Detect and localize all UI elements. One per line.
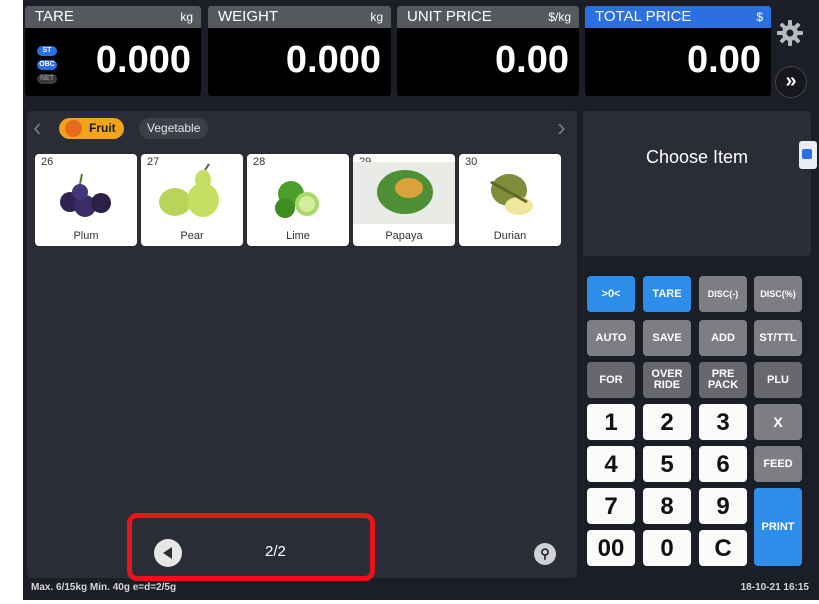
- feed-button[interactable]: FEED: [754, 446, 802, 482]
- tare-value: 0.000: [95, 39, 191, 81]
- auto-button[interactable]: AUTO: [587, 320, 635, 356]
- weight-display: WEIGHT kg 0.000: [208, 6, 391, 96]
- tare-label: TARE: [35, 8, 74, 25]
- obc-indicator: OBC: [37, 60, 57, 70]
- item-area: ‹ Fruit Vegetable › 26 Plum 27 Pear 28 L…: [27, 111, 577, 581]
- disc-percent-button[interactable]: DISC(%): [754, 276, 802, 312]
- add-button[interactable]: ADD: [699, 320, 747, 356]
- pear-image: [159, 163, 219, 217]
- durian-image: [490, 174, 533, 215]
- net-indicator: NET: [37, 74, 57, 84]
- tare-button[interactable]: TARE: [643, 276, 691, 312]
- weight-value: 0.000: [285, 39, 381, 81]
- total-price-display: TOTAL PRICE $ 0.00: [585, 6, 771, 96]
- scale-capacity-info: Max. 6/15kg Min. 40g e=d=2/5g: [31, 582, 177, 593]
- prepack-button[interactable]: PRE PACK: [699, 362, 747, 398]
- clear-button[interactable]: C: [699, 530, 747, 566]
- category-tab-fruit[interactable]: Fruit: [59, 118, 124, 139]
- key-3[interactable]: 3: [699, 404, 747, 440]
- weight-label: WEIGHT: [218, 8, 278, 25]
- gear-icon[interactable]: [775, 18, 805, 48]
- fruit-icon: [65, 120, 82, 137]
- key-6[interactable]: 6: [699, 446, 747, 482]
- unit-price-label: UNIT PRICE: [407, 8, 492, 25]
- key-2[interactable]: 2: [643, 404, 691, 440]
- total-price-value: 0.00: [687, 39, 761, 81]
- side-tab-icon[interactable]: [799, 141, 817, 169]
- key-8[interactable]: 8: [643, 488, 691, 524]
- st-ttl-button[interactable]: ST/TTL: [754, 320, 802, 356]
- choose-item-text: Choose Item: [645, 147, 749, 167]
- date-time: 18-10-21 16:15: [740, 582, 809, 593]
- key-1[interactable]: 1: [587, 404, 635, 440]
- category-bar: ‹ Fruit Vegetable ›: [27, 111, 577, 145]
- for-button[interactable]: FOR: [587, 362, 635, 398]
- unit-price-unit: $/kg: [548, 10, 571, 24]
- highlight-box: [127, 513, 375, 581]
- unit-price-value: 0.00: [495, 39, 569, 81]
- lime-image: [275, 181, 319, 218]
- item-tile-lime[interactable]: 28 Lime: [247, 154, 349, 246]
- key-4[interactable]: 4: [587, 446, 635, 482]
- key-5[interactable]: 5: [643, 446, 691, 482]
- item-info-panel: Choose Item: [583, 111, 817, 256]
- category-prev-arrow-icon[interactable]: ‹: [33, 114, 42, 140]
- total-price-label: TOTAL PRICE: [595, 8, 692, 25]
- item-tile-plum[interactable]: 26 Plum: [35, 154, 137, 246]
- key-9[interactable]: 9: [699, 488, 747, 524]
- item-tile-papaya[interactable]: 29 Papaya: [353, 154, 455, 246]
- search-icon[interactable]: ⚲: [534, 543, 556, 565]
- total-price-unit: $: [756, 10, 763, 24]
- papaya-image: [353, 162, 455, 224]
- st-indicator: ST: [37, 46, 57, 56]
- override-button[interactable]: OVER RIDE: [643, 362, 691, 398]
- category-tab-vegetable[interactable]: Vegetable: [139, 118, 209, 139]
- item-tile-durian[interactable]: 30 Durian: [459, 154, 561, 246]
- plu-button[interactable]: PLU: [754, 362, 802, 398]
- zero-button[interactable]: >0<: [587, 276, 635, 312]
- plum-image: [60, 173, 111, 217]
- unit-price-display: UNIT PRICE $/kg 0.00: [397, 6, 579, 96]
- weight-unit: kg: [370, 10, 383, 24]
- print-button[interactable]: PRINT: [754, 488, 802, 566]
- disc-minus-button[interactable]: DISC(-): [699, 276, 747, 312]
- save-button[interactable]: SAVE: [643, 320, 691, 356]
- scale-screen: TARE kg ST OBC NET 0.000 WEIGHT kg 0.000 U…: [23, 0, 819, 600]
- key-7[interactable]: 7: [587, 488, 635, 524]
- category-next-arrow-icon[interactable]: ›: [557, 114, 566, 140]
- key-00[interactable]: 00: [587, 530, 635, 566]
- tare-display: TARE kg ST OBC NET 0.000: [25, 6, 201, 96]
- tare-unit: kg: [180, 10, 193, 24]
- item-tile-pear[interactable]: 27 Pear: [141, 154, 243, 246]
- key-0[interactable]: 0: [643, 530, 691, 566]
- multiply-button[interactable]: X: [754, 404, 802, 440]
- expand-button[interactable]: »: [775, 66, 807, 98]
